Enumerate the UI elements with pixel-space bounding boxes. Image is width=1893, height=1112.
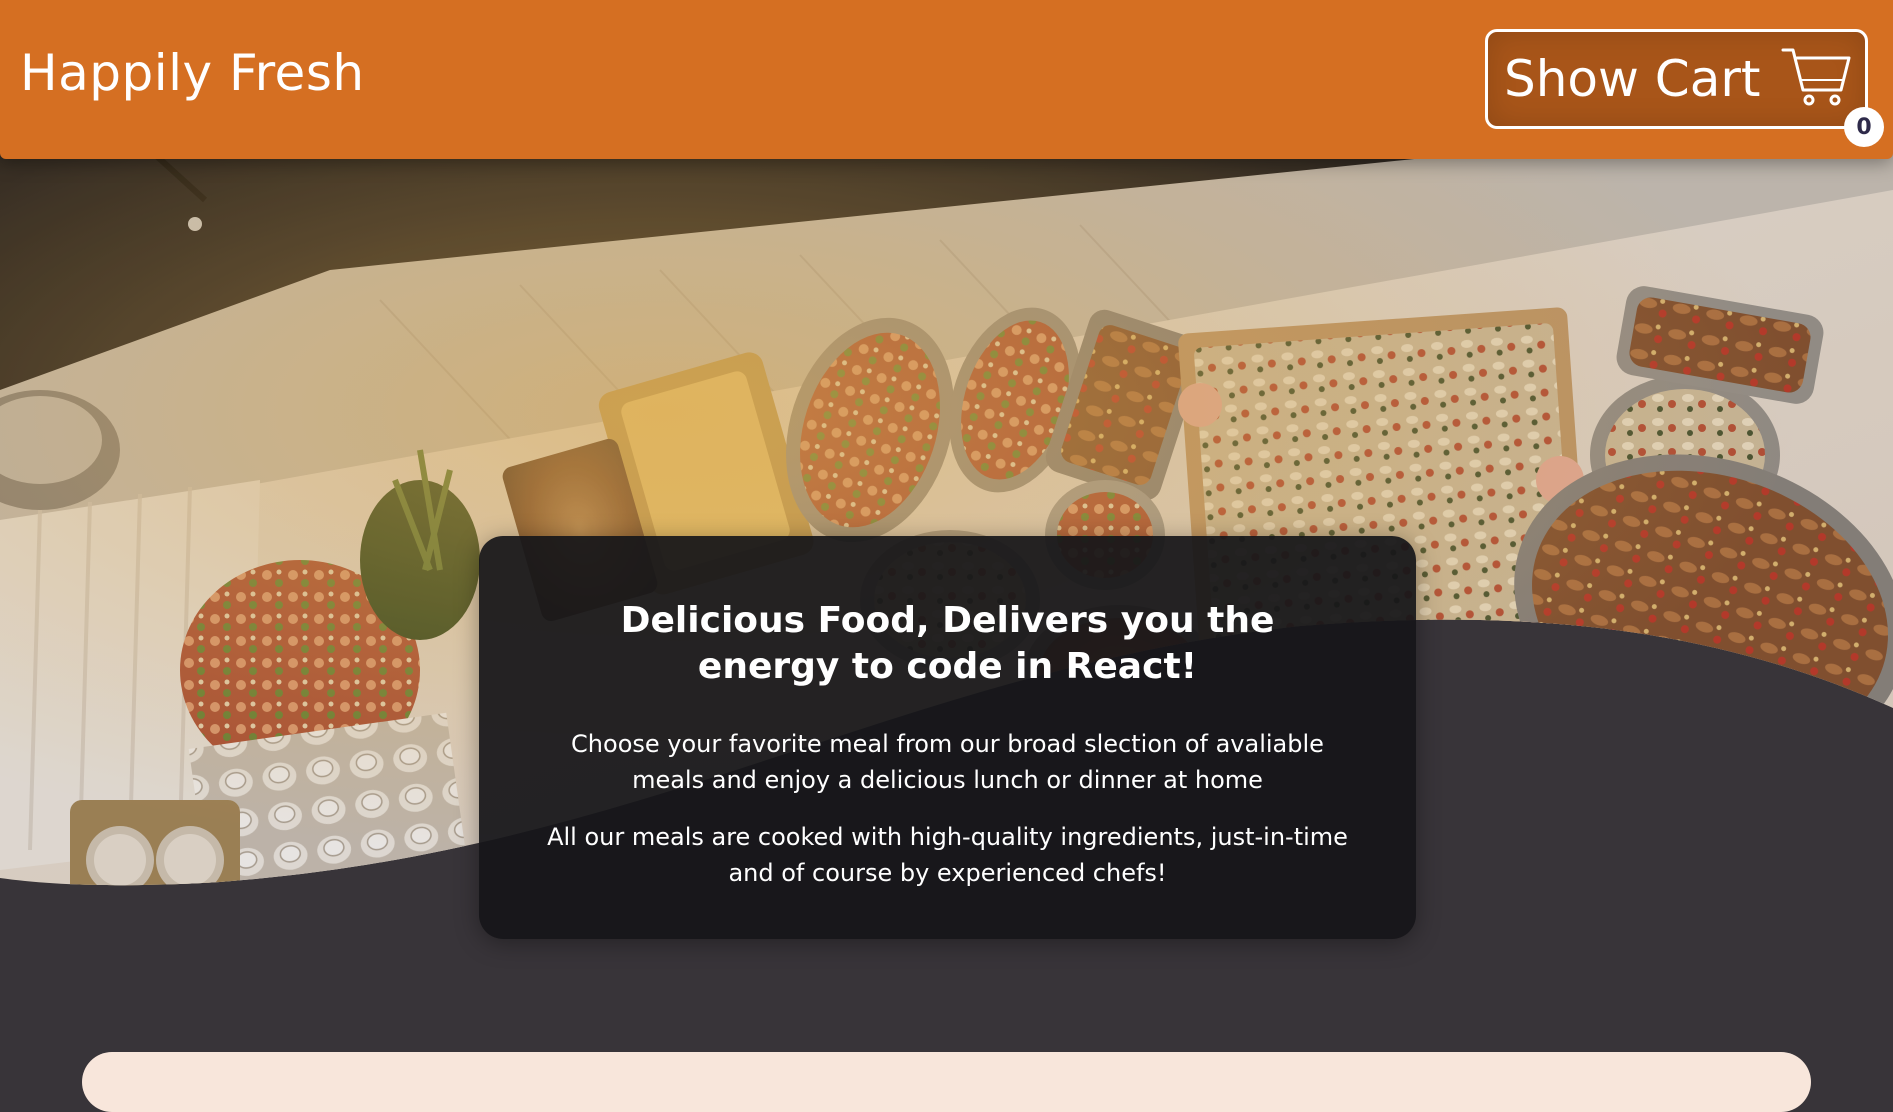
show-cart-label: Show Cart bbox=[1504, 50, 1761, 108]
cart-icon bbox=[1781, 48, 1851, 106]
site-header: Happily Fresh Show Cart 0 bbox=[0, 0, 1893, 159]
brand-title: Happily Fresh bbox=[20, 44, 365, 102]
intro-card: Delicious Food, Delivers you the energy … bbox=[479, 536, 1416, 939]
intro-paragraph-1: Choose your favorite meal from our broad… bbox=[571, 730, 1324, 794]
show-cart-button[interactable]: Show Cart bbox=[1485, 29, 1868, 129]
intro-paragraph-2: All our meals are cooked with high-quali… bbox=[547, 823, 1348, 887]
cart-count-badge: 0 bbox=[1844, 107, 1884, 147]
meals-list-panel bbox=[82, 1052, 1811, 1112]
intro-title: Delicious Food, Delivers you the energy … bbox=[620, 600, 1275, 687]
